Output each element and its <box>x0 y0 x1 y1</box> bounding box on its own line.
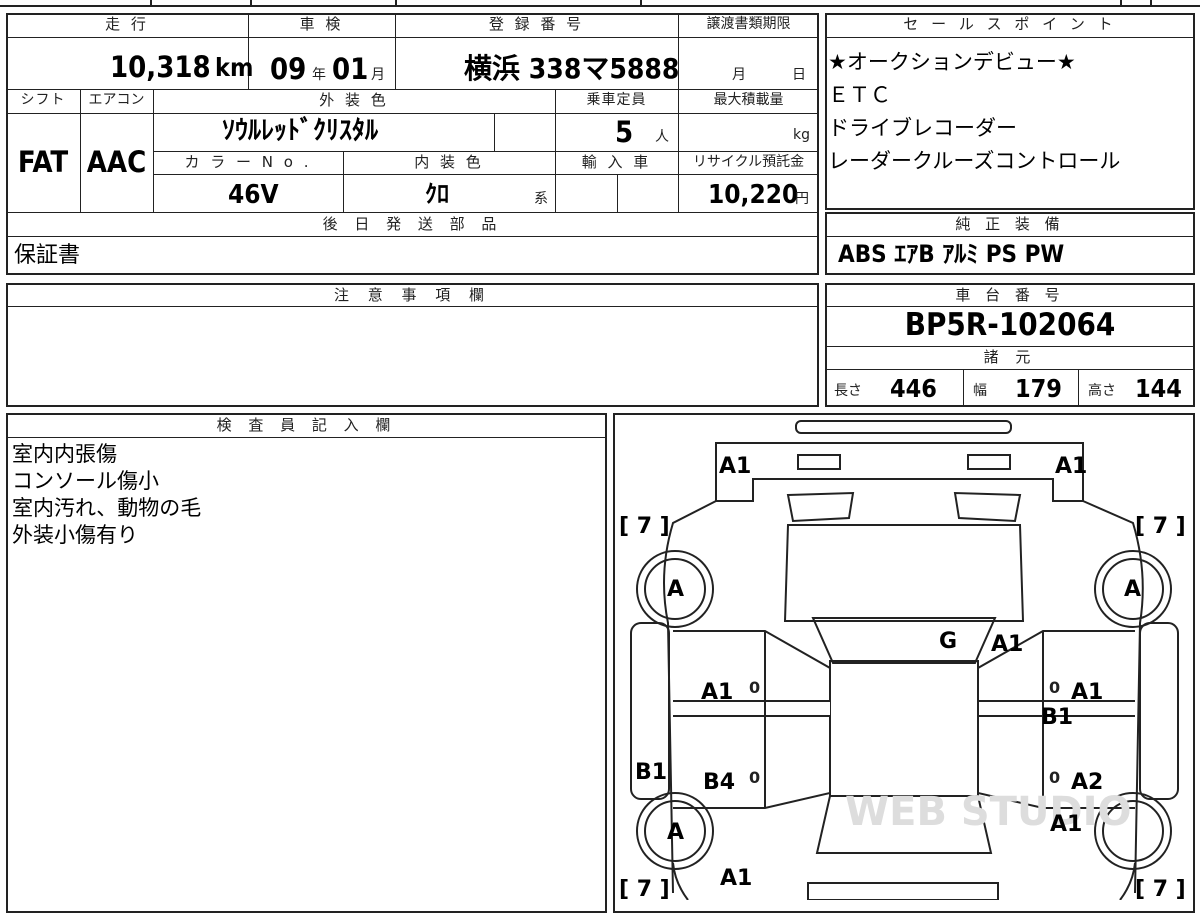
inspection-month: 01 <box>332 52 369 86</box>
height-value: 144 <box>1135 374 1182 403</box>
sales-points-list: ★オークションデビュー★ ＥＴＣ ドライブレコーダー レーダークルーズコントロー… <box>828 46 1188 178</box>
watermark: WEB STUDIO <box>845 789 1132 835</box>
inspector-header: 検 査 員 記 入 欄 <box>216 416 397 434</box>
door-zero: 0 <box>1049 768 1060 787</box>
inspection-label: 車 検 <box>299 15 344 33</box>
door-zero: 0 <box>1049 678 1060 697</box>
mileage-value: 10,318 <box>110 50 211 84</box>
sales-point: ドライブレコーダー <box>828 116 1017 140</box>
mileage-unit: km <box>215 53 254 82</box>
notes-header: 注 意 事 項 欄 <box>333 286 492 304</box>
code-rear-door-right: A2 <box>1071 770 1103 795</box>
inspector-line: 室内汚れ、動物の毛 <box>12 496 202 520</box>
inspection-year-unit: 年 <box>312 67 326 83</box>
recycle-value: 10,220 <box>708 180 799 210</box>
chassis-header: 車 台 番 号 <box>955 286 1065 304</box>
color-no-value: 46V <box>228 180 279 210</box>
code-sill-left: B1 <box>635 760 667 785</box>
deadline-day-unit: 日 <box>792 67 806 83</box>
transfer-deadline-label: 譲渡書類期限 <box>706 16 791 32</box>
code-front-door-right: A1 <box>1071 680 1103 705</box>
code-front-left-corner: A1 <box>719 454 751 479</box>
interior-color-value: ｸﾛ <box>425 180 449 208</box>
shift-value: FAT <box>17 145 69 179</box>
recycle-label: リサイクル預託金 <box>692 154 805 170</box>
max-load-unit: kg <box>793 127 810 143</box>
code-front-door-left: A1 <box>701 680 733 705</box>
sales-point: ＥＴＣ <box>828 83 891 107</box>
interior-color-label: 内 装 色 <box>414 153 484 171</box>
registration-label: 登 録 番 号 <box>488 15 585 33</box>
genuine-equipment-value: ABS ｴｱB ｱﾙﾐ PS PW <box>838 240 1065 268</box>
registration-number: 横浜 338マ5888 <box>464 52 680 85</box>
max-load-label: 最大積載量 <box>713 92 784 108</box>
width-value: 179 <box>1015 374 1062 403</box>
code-pillar-right: B1 <box>1041 705 1073 730</box>
code-cowl-right: A1 <box>991 632 1023 657</box>
code-wheel-fr: A <box>1124 577 1141 602</box>
chassis-number: BP5R-102064 <box>904 307 1116 343</box>
deadline-month-unit: 月 <box>732 67 746 83</box>
sales-points-header: セ ー ル ス ポ イ ン ト <box>903 15 1117 33</box>
color-no-label: カ ラ ー N o . <box>184 153 312 171</box>
code-tire-rr: [ 7 ] <box>1135 877 1186 900</box>
code-front-right-corner: A1 <box>1055 454 1087 479</box>
capacity-unit: 人 <box>655 129 669 145</box>
inspector-line: 室内内張傷 <box>12 442 117 466</box>
inspector-line: 外装小傷有り <box>12 523 138 547</box>
capacity-value: 5 <box>615 115 634 149</box>
code-windshield: G <box>939 629 957 654</box>
length-value: 446 <box>890 374 937 403</box>
code-wheel-rl: A <box>667 820 684 845</box>
height-label: 高さ <box>1088 383 1116 399</box>
import-label: 輸 入 車 <box>581 153 652 171</box>
car-diagram: WEB STUDIO A1 A1 [ 7 ] [ 7 ] A A G A1 A1… <box>619 420 1186 900</box>
recycle-unit: 円 <box>795 191 809 207</box>
genuine-equipment-header: 純 正 装 備 <box>955 215 1065 233</box>
capacity-label: 乗車定員 <box>586 92 647 108</box>
code-rear-left: A1 <box>720 866 752 891</box>
interior-color-suffix: 系 <box>534 191 548 207</box>
aircon-label: エアコン <box>88 92 145 108</box>
exterior-color-value: ｿｳﾙﾚｯﾄﾞｸﾘｽﾀﾙ <box>222 116 379 146</box>
inspection-year: 09 <box>270 52 307 86</box>
mileage-label: 走 行 <box>105 15 149 33</box>
door-zero: 0 <box>749 768 760 787</box>
code-rear-door-left: B4 <box>703 770 735 795</box>
later-parts-label: 後 日 発 送 部 品 <box>322 215 503 233</box>
code-wheel-fl: A <box>667 577 684 602</box>
sales-point: レーダークルーズコントロール <box>828 149 1121 173</box>
code-tire-fl: [ 7 ] <box>619 514 670 539</box>
inspector-notes: 室内内張傷 コンソール傷小 室内汚れ、動物の毛 外装小傷有り <box>12 441 201 549</box>
code-tire-fr: [ 7 ] <box>1135 514 1186 539</box>
code-rear-fender-right: A1 <box>1050 812 1082 837</box>
width-label: 幅 <box>973 383 987 399</box>
shift-label: シフト <box>20 92 66 108</box>
door-zero: 0 <box>749 678 760 697</box>
later-parts-value: 保証書 <box>14 243 81 268</box>
length-label: 長さ <box>834 383 862 399</box>
sales-point: ★オークションデビュー★ <box>828 50 1076 74</box>
inspection-month-unit: 月 <box>371 67 385 83</box>
aircon-value: AAC <box>86 145 147 179</box>
exterior-color-label: 外 装 色 <box>319 91 389 109</box>
code-tire-rl: [ 7 ] <box>619 877 670 900</box>
specs-header: 諸 元 <box>983 348 1037 366</box>
inspector-line: コンソール傷小 <box>12 469 159 493</box>
